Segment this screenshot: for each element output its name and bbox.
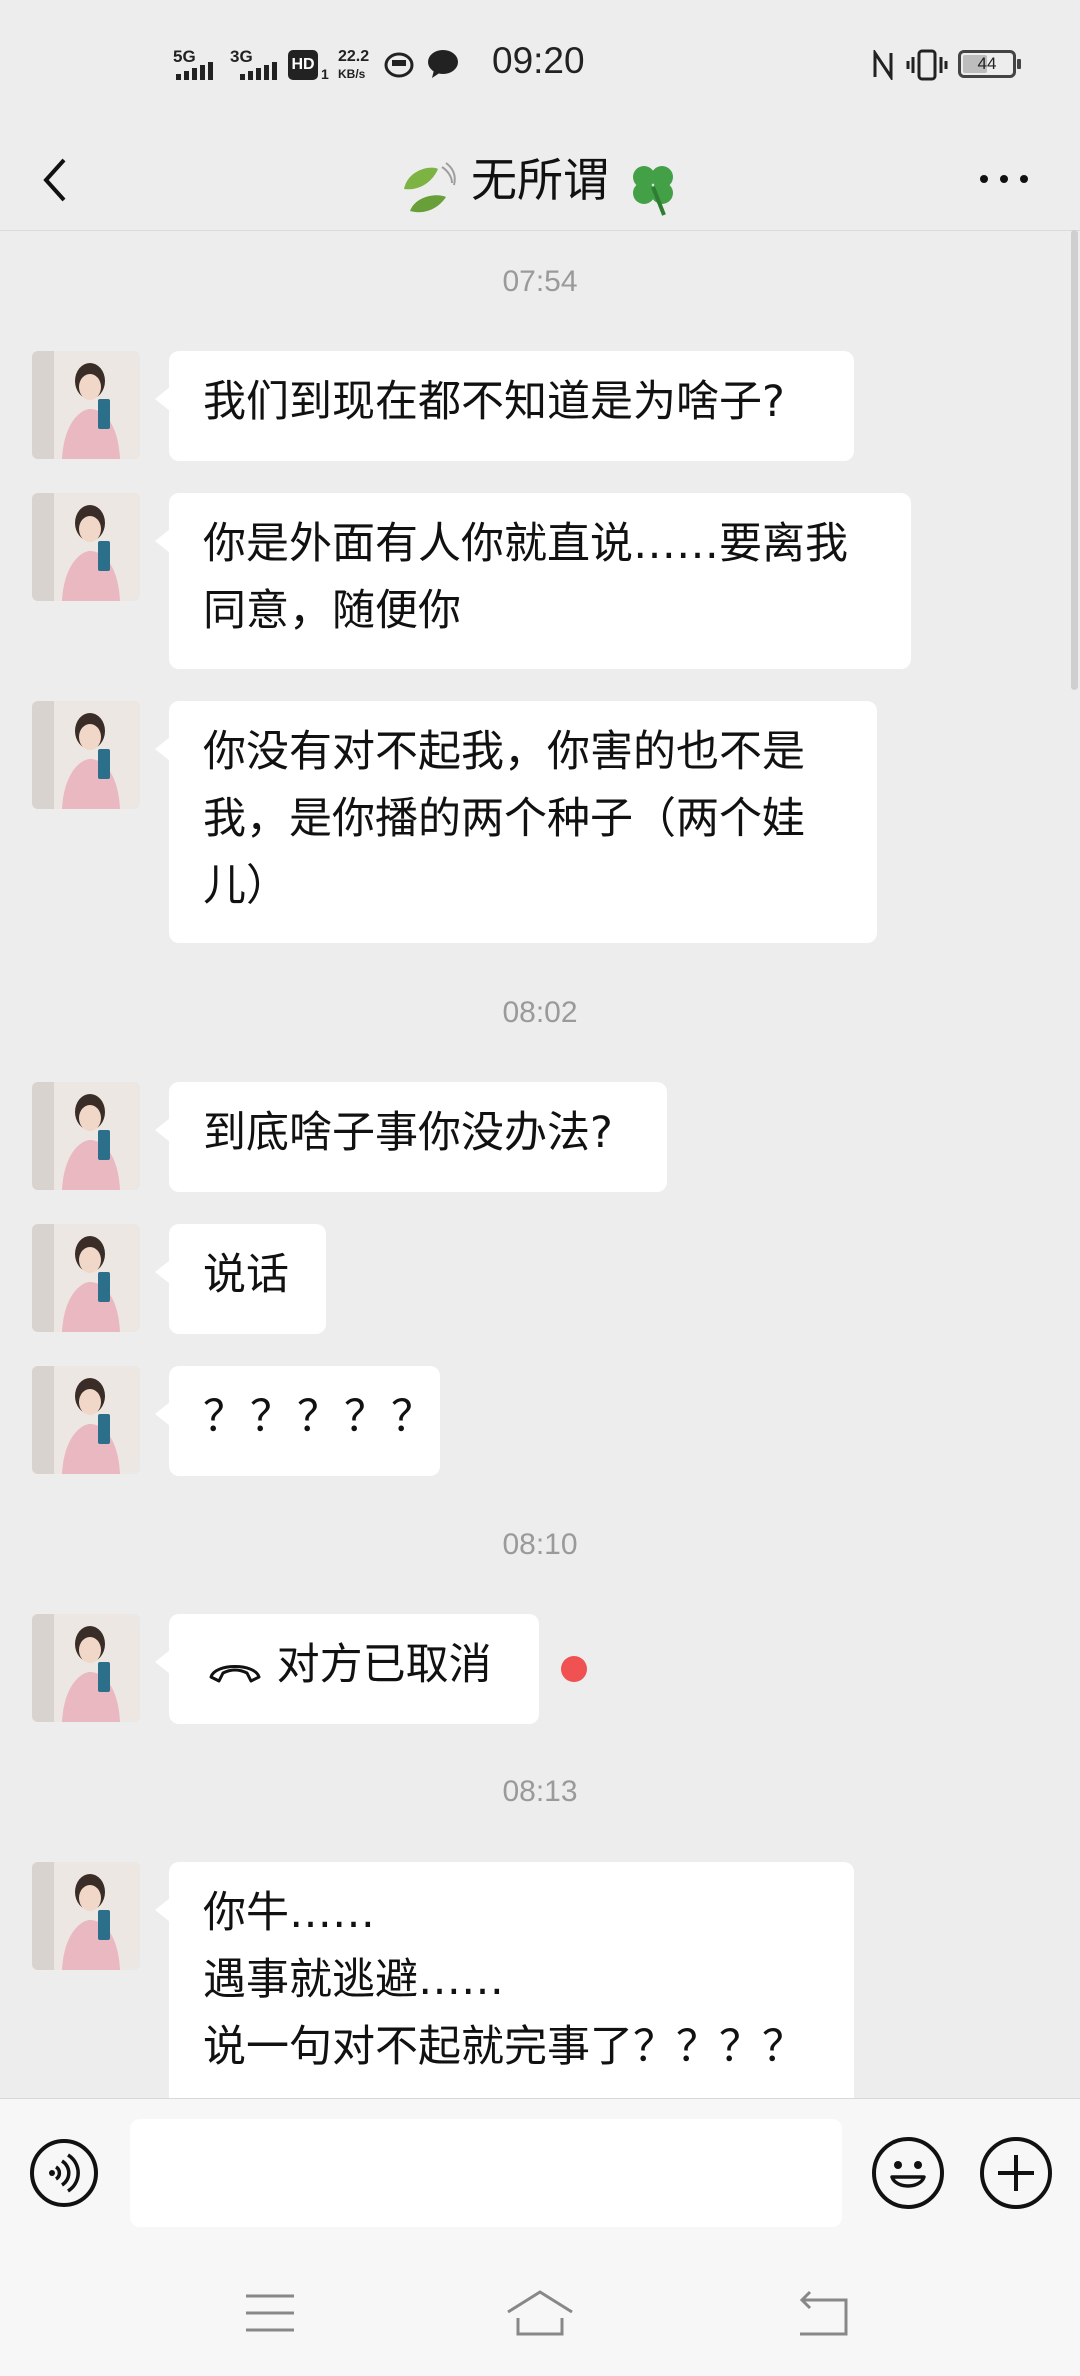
- avatar[interactable]: [32, 1082, 140, 1190]
- avatar[interactable]: [32, 701, 140, 809]
- system-nav-bar: [0, 2248, 1080, 2376]
- signal-bars-1-icon: [176, 62, 213, 80]
- message-list[interactable]: 07:54 我们到现在都不知道是为啥子? 你是外面有人你就直说……要离我同意，随…: [0, 231, 1080, 2099]
- avatar[interactable]: [32, 1614, 140, 1722]
- ellipsis-icon[interactable]: [974, 164, 1034, 194]
- avatar[interactable]: [32, 1224, 140, 1332]
- chat-title: 无所谓: [471, 153, 609, 207]
- message-bubble[interactable]: 我们到现在都不知道是为啥子?: [155, 351, 854, 461]
- call-bubble[interactable]: 对方已取消: [155, 1614, 539, 1724]
- net-speed-value: 22.2: [338, 48, 370, 65]
- status-bar: 5G 3G HD 1 22.2 KB/s 09:20 44: [0, 0, 1080, 130]
- timestamp: 07:54: [502, 265, 578, 298]
- home-icon[interactable]: [504, 2288, 576, 2342]
- message-bubble[interactable]: 说话: [155, 1224, 326, 1334]
- unread-dot: [561, 1656, 587, 1682]
- chat-header: 无所谓: [0, 130, 1080, 231]
- message-bubble[interactable]: 你是外面有人你就直说……要离我同意，随便你: [155, 493, 911, 669]
- status-time: 09:20: [492, 40, 585, 81]
- message-bubble[interactable]: ？？？？？: [155, 1366, 440, 1476]
- chat-title-row: 无所谓: [0, 130, 1080, 230]
- call-status-text: 对方已取消: [276, 1640, 492, 1690]
- vibrate-icon: [906, 48, 948, 86]
- message-bubble[interactable]: 你没有对不起我，你害的也不是我，是你播的两个种子（两个娃儿）: [155, 701, 877, 943]
- leaf-emoji-icon: [398, 151, 457, 212]
- message-bubble[interactable]: 到底啥子事你没办法?: [155, 1082, 667, 1192]
- phone-hangup-icon: [207, 1644, 263, 1684]
- input-bar: [0, 2098, 1080, 2249]
- timestamp: 08:13: [502, 1775, 578, 1808]
- battery-icon: 44: [958, 50, 1021, 78]
- message-line: 你牛……: [203, 1888, 375, 1938]
- clover-emoji-icon: [624, 151, 682, 216]
- message-line: 说一句对不起就完事了？？？？: [203, 2022, 805, 2072]
- back-icon[interactable]: [794, 2288, 850, 2342]
- timestamp: 08:02: [502, 996, 578, 1029]
- nfc-icon: [872, 48, 894, 84]
- plus-icon[interactable]: [980, 2137, 1052, 2209]
- app-notification-icon: [384, 50, 414, 82]
- avatar[interactable]: [32, 493, 140, 601]
- emoji-icon[interactable]: [872, 2137, 944, 2209]
- message-bubble[interactable]: 你牛…… 遇事就逃避…… 说一句对不起就完事了？？？？: [155, 1862, 854, 2099]
- battery-level: 44: [977, 54, 997, 73]
- menu-icon[interactable]: [244, 2292, 296, 2338]
- hd-sub-label: 1: [321, 66, 329, 82]
- scrollbar[interactable]: [1071, 230, 1078, 690]
- avatar[interactable]: [32, 1862, 140, 1970]
- timestamp: 08:10: [502, 1528, 578, 1561]
- message-notification-icon: [426, 48, 460, 84]
- avatar[interactable]: [32, 1366, 140, 1474]
- signal-bars-2-icon: [240, 62, 277, 80]
- message-line: 遇事就逃避……: [203, 1955, 504, 2005]
- avatar[interactable]: [32, 351, 140, 459]
- hd-badge: HD: [288, 50, 318, 80]
- message-input[interactable]: [130, 2119, 842, 2227]
- voice-icon[interactable]: [30, 2139, 98, 2207]
- net-speed-unit: KB/s: [338, 67, 366, 81]
